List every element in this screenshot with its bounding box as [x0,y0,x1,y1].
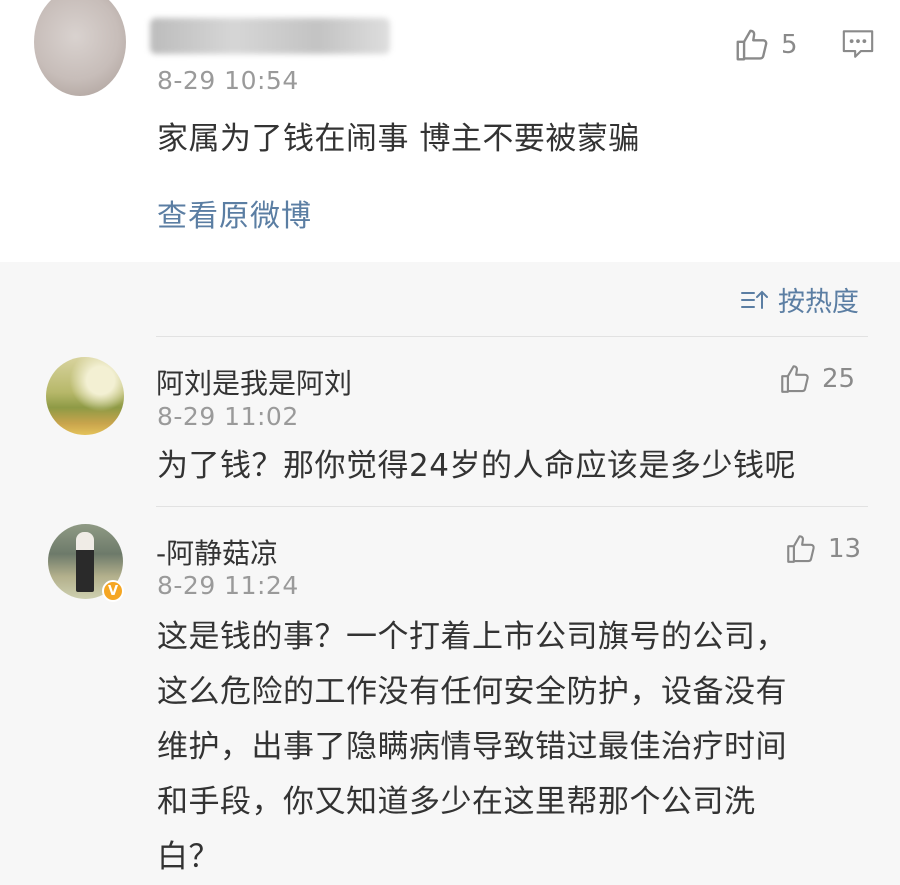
avatar[interactable] [46,357,124,435]
sort-button[interactable]: 按热度 [740,280,859,319]
reply-text: 这是钱的事？一个打着上市公司旗号的公司， 这么危险的工作没有任何安全防护，设备没… [157,610,787,885]
like-count: 25 [822,364,856,394]
reply-timestamp: 8-29 11:02 [157,402,299,431]
avatar[interactable] [34,0,126,96]
thumbs-up-icon [787,535,815,563]
like-button[interactable]: 5 [733,26,798,64]
reply-text-line: 这么危险的工作没有任何安全防护，设备没有 [157,674,787,710]
like-button[interactable]: 25 [778,362,855,396]
verified-badge: V [102,580,124,602]
like-count: 13 [828,534,862,564]
avatar-figure [76,532,94,592]
sort-label: 按热度 [778,287,859,318]
reply-username[interactable]: 阿刘是我是阿刘 [156,362,352,402]
comment-icon[interactable] [841,28,875,60]
like-button[interactable]: 13 [784,532,861,566]
reply-text-line: 和手段，你又知道多少在这里帮那个公司洗 [157,784,756,820]
sort-icon [741,290,768,309]
reply-username[interactable]: -阿静菇凉 [156,532,278,572]
divider [156,336,868,337]
reply-text-line: 白？ [157,839,220,875]
thumbs-up-icon [781,365,809,393]
reply-text-line: 维护，出事了隐瞒病情导致错过最佳治疗时间 [157,729,787,765]
comment-timestamp: 8-29 10:54 [157,66,299,95]
reply-timestamp: 8-29 11:24 [157,571,299,600]
divider [156,506,868,507]
top-comment-card: 8-29 10:54 5 家属为了钱在闹事 博主不要被蒙骗 查看原微博 [0,0,900,262]
view-original-link[interactable]: 查看原微博 [157,191,312,235]
reply-text-line: 这是钱的事？一个打着上市公司旗号的公司， [157,619,787,655]
like-count: 5 [781,30,798,60]
blurred-username [150,18,390,54]
reply-text: 为了钱？那你觉得24岁的人命应该是多少钱呢 [157,448,796,484]
thumbs-up-icon [736,29,768,61]
comment-text: 家属为了钱在闹事 博主不要被蒙骗 [157,121,640,157]
